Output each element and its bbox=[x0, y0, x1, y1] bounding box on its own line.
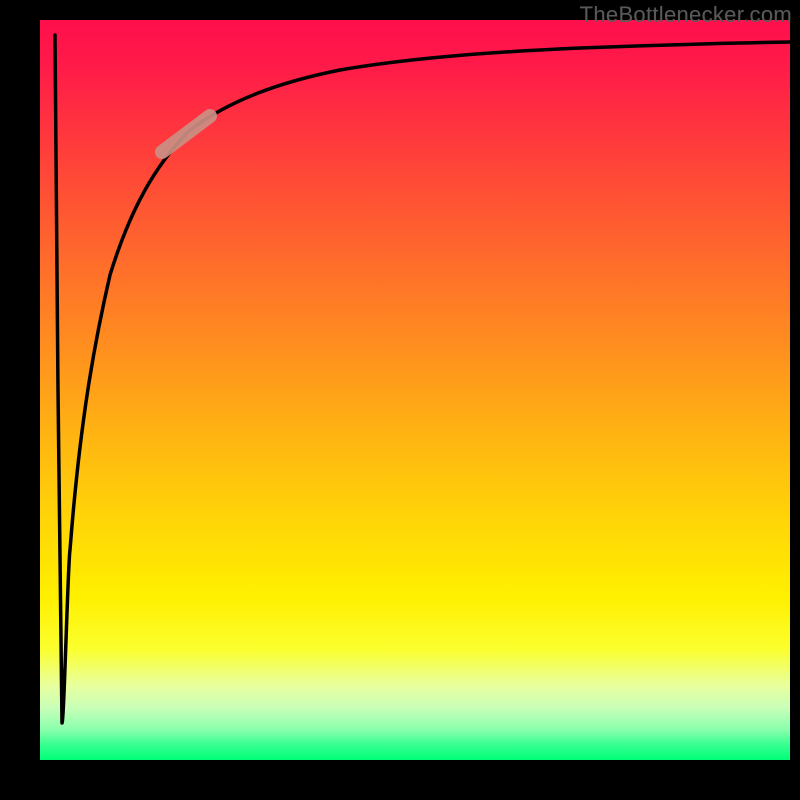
chart-stage: TheBottlenecker.com bbox=[0, 0, 800, 800]
bottleneck-curve bbox=[55, 35, 790, 723]
curve-layer bbox=[40, 20, 790, 760]
highlight-marker bbox=[162, 116, 210, 152]
watermark-text: TheBottlenecker.com bbox=[580, 2, 792, 28]
